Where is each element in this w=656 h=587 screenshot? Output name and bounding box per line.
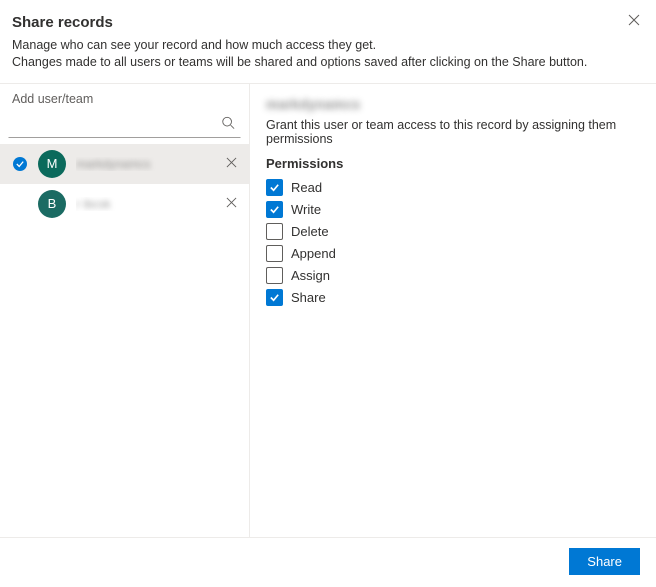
permission-label[interactable]: Assign [291,268,330,283]
right-pane: markdynamcs Grant this user or team acce… [250,84,656,537]
permission-row-write: Write [266,199,640,221]
dialog-title: Share records [12,14,113,31]
user-row[interactable]: M markdynamcs [0,144,249,184]
permission-label[interactable]: Append [291,246,336,261]
checkbox-share[interactable] [266,289,283,306]
permission-row-share: Share [266,287,640,309]
checkbox-read[interactable] [266,179,283,196]
permissions-instruction: Grant this user or team access to this r… [266,118,640,146]
share-records-dialog: Share records Manage who can see your re… [0,0,656,587]
permission-row-delete: Delete [266,221,640,243]
permission-label[interactable]: Delete [291,224,329,239]
avatar: M [38,150,66,178]
permission-label[interactable]: Read [291,180,322,195]
permissions-list: Read Write Delete Append Assign [266,177,640,309]
user-name: markdynamcs [76,157,212,171]
add-user-label: Add user/team [0,84,249,110]
checkbox-assign[interactable] [266,267,283,284]
permission-row-read: Read [266,177,640,199]
selected-user-name: markdynamcs [266,96,360,112]
left-pane: Add user/team M markdynamcs [0,84,250,537]
check-circle-icon [13,157,27,171]
dialog-header: Share records [12,12,644,37]
dialog-description: Manage who can see your record and how m… [12,37,644,71]
permission-row-append: Append [266,243,640,265]
dialog-body: Add user/team M markdynamcs [0,84,656,538]
close-icon[interactable] [624,12,644,30]
add-user-input[interactable] [8,110,241,138]
permissions-heading: Permissions [266,156,640,171]
checkbox-append[interactable] [266,245,283,262]
selected-indicator [12,157,28,171]
description-line-2: Changes made to all users or teams will … [12,55,587,69]
permission-label[interactable]: Write [291,202,321,217]
description-line-1: Manage who can see your record and how m… [12,38,376,52]
user-list: M markdynamcs B r ibcsk [0,144,249,529]
search-wrap [8,110,241,138]
permission-label[interactable]: Share [291,290,326,305]
permission-row-assign: Assign [266,265,640,287]
user-row[interactable]: B r ibcsk [0,184,249,224]
share-button[interactable]: Share [569,548,640,575]
remove-user-icon[interactable] [222,155,241,172]
checkbox-write[interactable] [266,201,283,218]
remove-user-icon[interactable] [222,195,241,212]
dialog-footer: Share [12,538,644,587]
avatar: B [38,190,66,218]
checkbox-delete[interactable] [266,223,283,240]
user-name: r ibcsk [76,197,212,211]
